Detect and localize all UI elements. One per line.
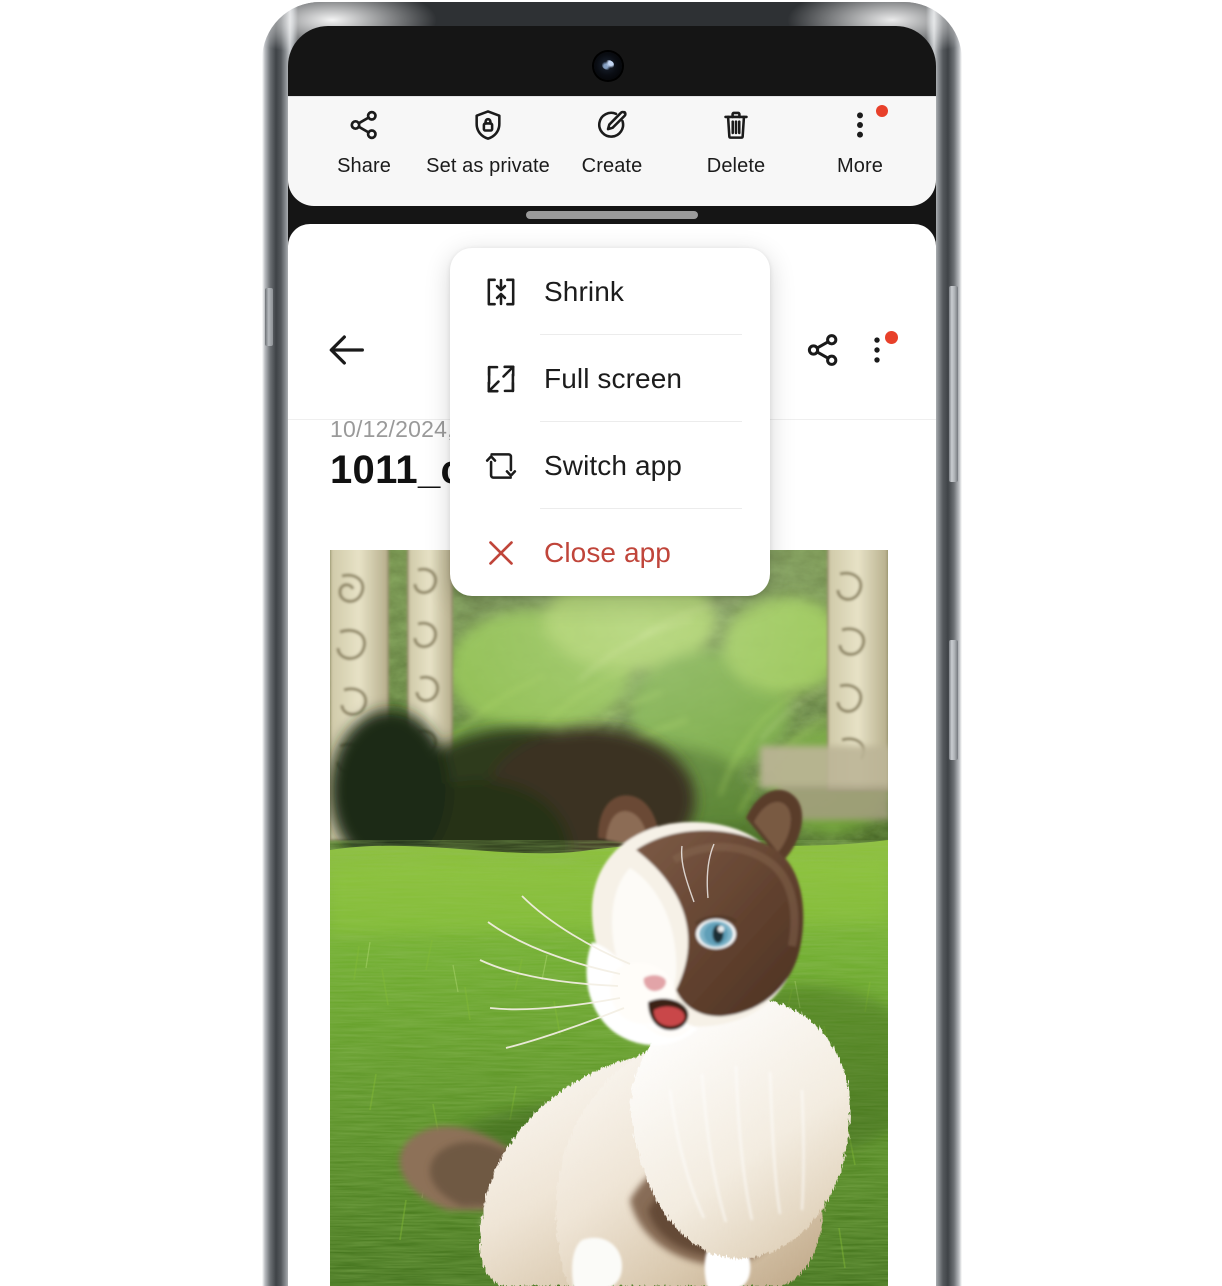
header-share-button[interactable] (796, 325, 850, 379)
header-more-badge-dot (885, 331, 898, 344)
right-volume-button[interactable] (949, 286, 958, 482)
floating-toolbar: Share Set as private Create Delete More (288, 96, 936, 206)
menu-item-full-screen[interactable]: Full screen (450, 335, 770, 422)
photo-viewer[interactable] (330, 550, 888, 1286)
fullscreen-icon (478, 356, 524, 402)
shield-lock-icon (468, 105, 508, 145)
window-options-popup-menu: Shrink Full screen Switch app Close app (450, 248, 770, 596)
photo-date: 10/12/2024, (330, 416, 454, 442)
toolbar-item-create[interactable]: Create (554, 105, 670, 178)
edit-circle-icon (592, 105, 632, 145)
switch-app-icon (478, 443, 524, 489)
toolbar-item-delete[interactable]: Delete (678, 105, 794, 178)
share-icon (344, 105, 384, 145)
close-x-icon (478, 530, 524, 576)
menu-item-switch-app[interactable]: Switch app (450, 422, 770, 509)
toolbar-item-share[interactable]: Share (306, 105, 422, 178)
header-more-button[interactable] (850, 325, 904, 379)
toolbar-item-more[interactable]: More (802, 105, 918, 178)
front-camera-icon (594, 52, 622, 80)
menu-item-close-app[interactable]: Close app (450, 509, 770, 596)
share-icon (804, 331, 842, 374)
more-badge-dot (876, 105, 888, 117)
cat-photo (330, 550, 888, 1286)
menu-label-switch-app: Switch app (544, 449, 682, 481)
toolbar-label-more: More (837, 155, 883, 177)
window-drag-handle[interactable] (526, 211, 698, 219)
toolbar-label-create: Create (581, 155, 643, 177)
trash-icon (716, 105, 756, 145)
right-power-button[interactable] (949, 640, 958, 760)
toolbar-item-set-as-private[interactable]: Set as private (426, 105, 550, 178)
more-vertical-icon (840, 105, 880, 145)
photo-filename: 1011_c (330, 448, 464, 492)
screenshot-root: Share Set as private Create Delete More … (0, 0, 1222, 1286)
left-side-button[interactable] (265, 288, 273, 346)
menu-item-shrink[interactable]: Shrink (450, 248, 770, 335)
back-button[interactable] (320, 325, 374, 379)
toolbar-label-share: Share (337, 155, 391, 177)
toolbar-label-set-as-private: Set as private (426, 155, 550, 177)
arrow-left-icon (324, 327, 370, 378)
menu-label-shrink: Shrink (544, 275, 624, 307)
window-drag-handle-strip (288, 206, 936, 224)
menu-label-close-app: Close app (544, 536, 671, 568)
toolbar-label-delete: Delete (706, 155, 766, 177)
menu-label-full-screen: Full screen (544, 362, 683, 394)
shrink-icon (478, 269, 524, 315)
